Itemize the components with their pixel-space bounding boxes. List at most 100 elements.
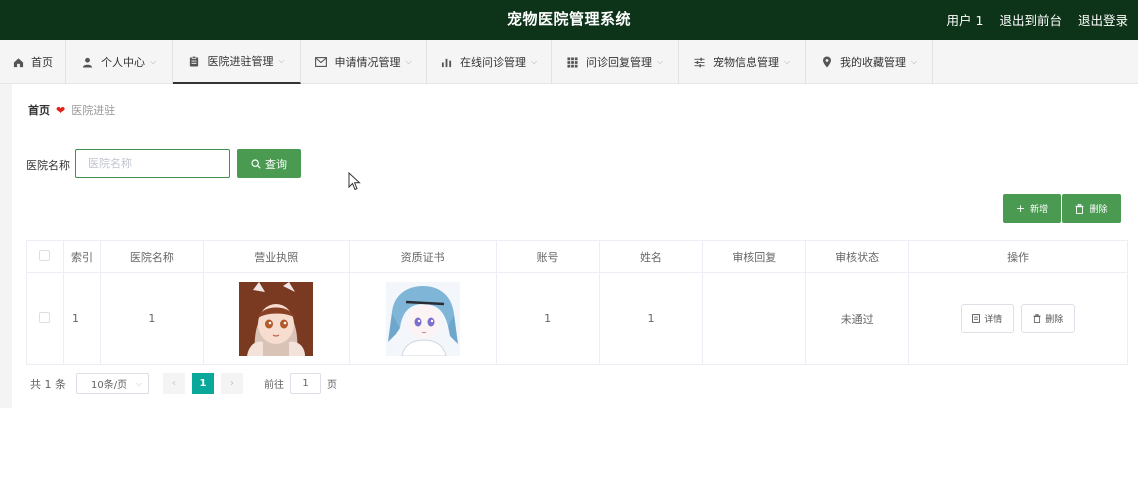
row-reply — [702, 272, 807, 365]
heart-icon: ❤ — [56, 103, 66, 117]
nav-label-favorites: 我的收藏管理 — [839, 56, 906, 69]
logout-link[interactable]: 退出登录 — [1078, 10, 1128, 29]
add-button[interactable]: + 新增 — [1003, 194, 1061, 223]
chevron-left-icon: ‹ — [172, 378, 176, 389]
delete-button[interactable]: 删除 — [1021, 304, 1076, 333]
goto-unit: 页 — [327, 380, 337, 391]
select-all-checkbox[interactable] — [39, 249, 51, 261]
trash-icon — [1075, 203, 1085, 214]
search-input[interactable] — [75, 149, 230, 178]
row-real-name: 1 — [598, 272, 704, 365]
nav-label-consultation: 在线问诊管理 — [459, 56, 526, 69]
plus-icon: + — [1015, 202, 1026, 215]
nav-item-application[interactable]: 申请情况管理 ⌵ — [301, 40, 427, 84]
goto-page-input[interactable] — [290, 373, 321, 394]
col-index: 索引 — [62, 240, 101, 273]
nav-label-hospital-entry: 医院进驻管理 — [207, 55, 274, 68]
sliders-icon — [694, 56, 706, 68]
nav-label-application: 申请情况管理 — [334, 56, 401, 69]
search-button[interactable]: 查询 — [237, 149, 301, 178]
search-label: 医院名称 — [26, 159, 70, 172]
chevron-down-icon: ⌵ — [656, 57, 664, 66]
row-actions: 详情 删除 — [908, 272, 1128, 365]
chevron-down-icon: ⌵ — [405, 57, 412, 66]
grid-icon — [567, 56, 579, 68]
row-certificate-cell — [348, 272, 497, 365]
trash-icon — [1033, 314, 1041, 323]
row-checkbox[interactable] — [39, 311, 51, 323]
col-certificate: 资质证书 — [348, 240, 497, 273]
nav-item-home[interactable]: 首页 — [0, 40, 66, 84]
detail-button[interactable]: 详情 — [960, 304, 1014, 333]
mail-icon — [315, 56, 328, 68]
col-real-name: 姓名 — [598, 240, 704, 273]
col-license: 营业执照 — [202, 240, 350, 273]
add-button-label: 新增 — [1030, 205, 1049, 215]
user-name[interactable]: 用户 1 — [947, 10, 984, 29]
user-icon — [82, 56, 94, 68]
breadcrumb-home[interactable]: 首页 — [28, 102, 50, 118]
col-status: 审核状态 — [805, 240, 910, 273]
document-icon — [972, 314, 981, 323]
table-row: 1 1 1 1 未通过 详情 删除 — [26, 272, 1128, 365]
col-account: 账号 — [495, 240, 600, 273]
page-size-select[interactable]: 10条/页 ⌵ — [76, 373, 149, 394]
detail-button-label: 详情 — [984, 315, 1003, 325]
nav-item-consultation[interactable]: 在线问诊管理 ⌵ — [427, 40, 552, 84]
chevron-down-icon: ⌵ — [135, 378, 142, 388]
chevron-down-icon: ⌵ — [783, 57, 791, 66]
certificate-image[interactable] — [385, 281, 460, 356]
nav-label-pet-info: 宠物信息管理 — [712, 56, 779, 69]
nav-label-home: 首页 — [31, 56, 53, 69]
breadcrumb: 首页 ❤ 医院进驻 — [12, 92, 1138, 128]
goto-label: 前往 — [264, 380, 284, 391]
nav-item-hospital-entry[interactable]: 医院进驻管理 ⌵ — [173, 40, 301, 84]
col-name: 医院名称 — [99, 240, 204, 273]
chevron-right-icon: › — [230, 378, 234, 389]
delete-button-label: 删除 — [1045, 315, 1064, 325]
nav-item-reply[interactable]: 问诊回复管理 ⌵ — [552, 40, 679, 84]
nav-item-pet-info[interactable]: 宠物信息管理 ⌵ — [679, 40, 806, 84]
row-account: 1 — [495, 272, 600, 365]
next-page-button[interactable]: › — [221, 373, 243, 394]
col-actions: 操作 — [908, 240, 1128, 273]
nav-label-personal: 个人中心 — [100, 56, 145, 69]
front-link[interactable]: 退出到前台 — [999, 10, 1062, 29]
nav-item-favorites[interactable]: 我的收藏管理 ⌵ — [806, 40, 933, 84]
location-pin-icon — [821, 56, 833, 68]
chevron-down-icon: ⌵ — [530, 57, 538, 66]
page-size-value: 10条/页 — [91, 380, 128, 391]
chevron-down-icon: ⌵ — [149, 57, 157, 66]
row-select-cell — [26, 272, 64, 365]
chevron-down-icon: ⌵ — [278, 56, 285, 65]
hospital-table: 索引 医院名称 营业执照 资质证书 账号 姓名 审核回复 审核状态 操作 1 1 — [26, 240, 1128, 365]
col-select — [26, 240, 64, 273]
nav-item-personal[interactable]: 个人中心 ⌵ — [66, 40, 173, 84]
batch-delete-label: 删除 — [1089, 205, 1108, 215]
home-icon — [12, 56, 24, 68]
pagination-total: 共 1 条 — [30, 377, 66, 391]
header-links: 用户 1 退出到前台 退出登录 — [947, 0, 1128, 38]
batch-delete-button[interactable]: 删除 — [1062, 194, 1121, 223]
breadcrumb-current: 医院进驻 — [71, 104, 116, 117]
top-header: 宠物医院管理系统 用户 1 退出到前台 退出登录 — [0, 0, 1138, 40]
bar-chart-icon — [441, 56, 453, 68]
row-license-cell — [202, 272, 350, 365]
row-name: 1 — [99, 272, 204, 365]
pagination: 共 1 条 10条/页 ⌵ ‹ 1 › 前往 页 — [30, 373, 337, 394]
table-header-row: 索引 医院名称 营业执照 资质证书 账号 姓名 审核回复 审核状态 操作 — [26, 240, 1128, 273]
left-gutter — [0, 84, 12, 408]
main-nav: 首页 个人中心 ⌵ 医院进驻管理 ⌵ 申请情况管理 ⌵ 在线问诊管理 ⌵ 问诊回… — [0, 40, 1138, 84]
search-button-label: 查询 — [265, 157, 287, 171]
row-status: 未通过 — [805, 272, 910, 365]
prev-page-button[interactable]: ‹ — [163, 373, 185, 394]
clipboard-icon — [188, 55, 200, 67]
nav-label-reply: 问诊回复管理 — [585, 56, 652, 69]
license-image[interactable] — [239, 281, 314, 356]
page-number-button[interactable]: 1 — [192, 373, 214, 394]
search-icon — [251, 158, 261, 169]
chevron-down-icon: ⌵ — [910, 57, 918, 66]
col-reply: 审核回复 — [702, 240, 807, 273]
mouse-pointer-icon — [348, 172, 361, 191]
row-index: 1 — [62, 272, 101, 365]
